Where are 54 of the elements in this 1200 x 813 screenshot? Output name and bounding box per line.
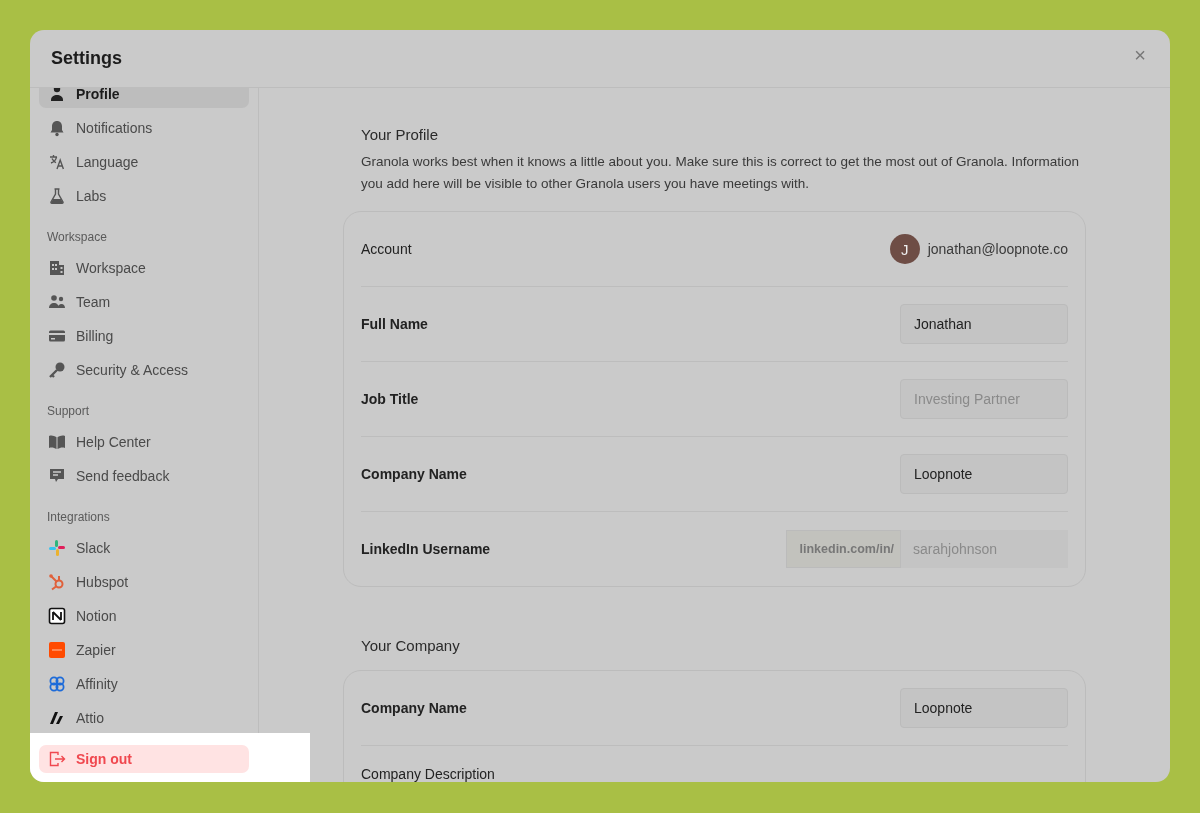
translate-icon <box>48 153 66 171</box>
sidebar-item[interactable]: Workspace <box>39 254 249 282</box>
sidebar-item[interactable]: Hubspot <box>39 568 249 596</box>
field-label: Account <box>361 241 412 257</box>
sidebar-item[interactable]: Profile <box>39 88 249 108</box>
sidebar-item[interactable]: Team <box>39 288 249 316</box>
sidebar-item[interactable]: Security & Access <box>39 356 249 384</box>
sidebar-item[interactable]: Help Center <box>39 428 249 456</box>
sidebar-heading: Support <box>46 403 91 420</box>
sidebar-heading: Workspace <box>46 229 108 246</box>
hubspot-logo-icon <box>48 573 66 591</box>
account-email: jonathan@loopnote.co <box>927 241 1068 257</box>
input-field[interactable]: sarahjohnson <box>901 530 1068 568</box>
people-icon <box>48 293 66 311</box>
field-label: LinkedIn Username <box>361 541 491 557</box>
sidebar-item[interactable]: Notion <box>39 602 249 630</box>
input-field[interactable]: Loopnote <box>900 688 1068 728</box>
sidebar-item[interactable]: Attio <box>39 704 249 732</box>
field-label: Company Description <box>361 766 495 782</box>
sidebar-item[interactable]: Affinity <box>39 670 249 698</box>
field-label: Company Name <box>361 466 467 482</box>
field-label: Full Name <box>361 316 428 332</box>
sidebar-item[interactable]: Notifications <box>39 114 249 142</box>
section-title: Your Company <box>361 637 461 654</box>
input-field[interactable]: Investing Partner <box>900 379 1068 419</box>
notion-logo-icon <box>48 607 66 625</box>
sidebar-item[interactable]: Billing <box>39 322 249 350</box>
bell-icon <box>48 119 66 137</box>
zapier-logo-icon <box>48 641 66 659</box>
url-prefix: linkedin.com/in/ <box>785 530 901 568</box>
sign-out-icon <box>48 750 66 768</box>
field-label: Company Name <box>361 700 467 716</box>
sidebar-item[interactable]: Zapier <box>39 636 249 664</box>
slack-logo-icon <box>48 539 66 557</box>
book-icon <box>48 433 66 451</box>
flask-icon <box>48 187 66 205</box>
input-field[interactable]: Jonathan <box>900 304 1068 344</box>
sidebar-item[interactable]: Labs <box>39 182 249 210</box>
sidebar-heading: Integrations <box>46 509 111 526</box>
section-title: Your Profile <box>361 126 439 143</box>
window-title: Settings <box>51 48 122 69</box>
field-label: Job Title <box>361 391 419 407</box>
affinity-logo-icon <box>48 675 66 693</box>
person-icon <box>48 88 66 103</box>
building-icon <box>48 259 66 277</box>
sign-out-button[interactable]: Sign out <box>39 745 249 773</box>
attio-logo-icon <box>48 709 66 727</box>
input-field[interactable]: Loopnote <box>900 454 1068 494</box>
sidebar-item[interactable]: Send feedback <box>39 462 249 490</box>
sidebar-item[interactable]: Language <box>39 148 249 176</box>
sidebar-item[interactable]: Slack <box>39 534 249 562</box>
section-description: Granola works best when it knows a little about you. Make sure this is correct to get the most out of Granola. Information you add here will be visible to other Granola users you have meetings with. <box>361 153 1081 193</box>
key-icon <box>48 361 66 379</box>
avatar: J <box>889 234 920 264</box>
